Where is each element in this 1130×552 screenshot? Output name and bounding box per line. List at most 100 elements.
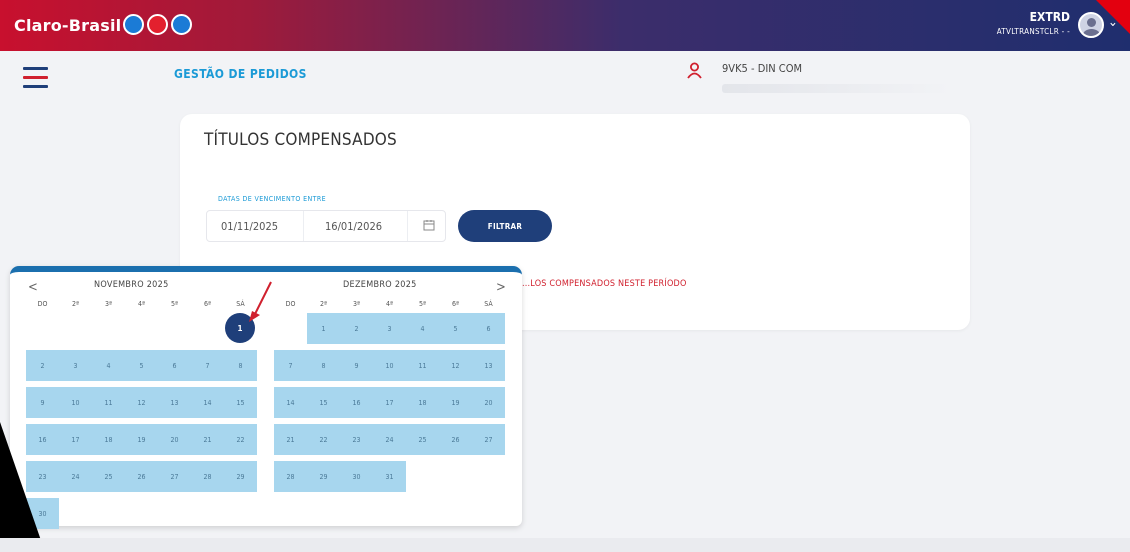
day-cell[interactable]: 7 — [274, 350, 307, 381]
day-cell[interactable]: 20 — [472, 387, 505, 418]
day-cell[interactable]: 21 — [191, 424, 224, 455]
day-cell[interactable]: 10 — [59, 387, 92, 418]
day-cell[interactable]: 18 — [406, 387, 439, 418]
day-cell[interactable]: 8 — [224, 350, 257, 381]
day-cell[interactable]: 23 — [340, 424, 373, 455]
day-cell[interactable]: 11 — [92, 387, 125, 418]
weekday-label: SÁ — [484, 300, 493, 308]
prev-month-button[interactable]: < — [28, 280, 38, 295]
start-date-field[interactable]: 01/11/2025 — [221, 220, 278, 233]
day-cell[interactable]: 25 — [92, 461, 125, 492]
calendar-icon[interactable] — [423, 219, 435, 234]
day-cell[interactable]: 19 — [125, 424, 158, 455]
day-cell[interactable]: 14 — [191, 387, 224, 418]
store-detail-blurred — [722, 84, 952, 93]
day-cell[interactable]: 30 — [340, 461, 373, 492]
app-icon-1[interactable] — [123, 14, 144, 35]
brand-logo[interactable]: Claro-Brasil — [14, 16, 121, 35]
day-cell[interactable]: 13 — [158, 387, 191, 418]
weekday-label: 2ª — [320, 300, 327, 308]
weekday-label: 6ª — [452, 300, 459, 308]
day-cell[interactable]: 2 — [340, 313, 373, 344]
day-cell[interactable]: 3 — [373, 313, 406, 344]
app-icon-2[interactable] — [147, 14, 168, 35]
day-cell[interactable]: 7 — [191, 350, 224, 381]
day-cell[interactable]: 24 — [59, 461, 92, 492]
user-subtitle: ATVLTRANSTCLR - - — [996, 27, 1070, 36]
day-cell[interactable]: 24 — [373, 424, 406, 455]
no-results-message: ...LOS COMPENSADOS NESTE PERÍODO — [522, 279, 687, 289]
day-cell[interactable]: 17 — [373, 387, 406, 418]
day-cell[interactable]: 5 — [439, 313, 472, 344]
hamburger-menu-icon[interactable] — [23, 67, 48, 88]
day-cell[interactable]: 14 — [274, 387, 307, 418]
user-code: EXTRD — [1029, 10, 1070, 24]
weekday-label: 6ª — [204, 300, 211, 308]
day-cell[interactable]: 20 — [158, 424, 191, 455]
month-label-left: NOVEMBRO 2025 — [94, 280, 169, 290]
day-cell[interactable]: 8 — [307, 350, 340, 381]
day-cell[interactable]: 22 — [307, 424, 340, 455]
day-cell[interactable]: 21 — [274, 424, 307, 455]
card-title: TÍTULOS COMPENSADOS — [204, 130, 397, 150]
day-cell[interactable]: 17 — [59, 424, 92, 455]
day-cell[interactable]: 6 — [472, 313, 505, 344]
corner-decoration — [0, 422, 45, 552]
user-icon — [686, 62, 703, 84]
day-cell[interactable]: 9 — [26, 387, 59, 418]
weekday-label: 5ª — [171, 300, 178, 308]
day-cell[interactable]: 11 — [406, 350, 439, 381]
day-cell[interactable]: 26 — [125, 461, 158, 492]
day-cell[interactable]: 28 — [274, 461, 307, 492]
corner-decoration — [1096, 0, 1130, 34]
filter-button[interactable]: FILTRAR — [458, 210, 552, 242]
day-cell[interactable]: 28 — [191, 461, 224, 492]
page-title: GESTÃO DE PEDIDOS — [174, 67, 307, 81]
day-cell[interactable]: 27 — [472, 424, 505, 455]
day-cell[interactable]: 3 — [59, 350, 92, 381]
day-cell[interactable]: 16 — [340, 387, 373, 418]
day-cell[interactable]: 12 — [125, 387, 158, 418]
day-cell[interactable]: 31 — [373, 461, 406, 492]
day-cell[interactable]: 15 — [307, 387, 340, 418]
day-cell[interactable]: 5 — [125, 350, 158, 381]
day-cell[interactable]: 19 — [439, 387, 472, 418]
bottom-strip — [0, 538, 1130, 552]
day-cell[interactable]: 27 — [158, 461, 191, 492]
date-range-input[interactable]: 01/11/2025 16/01/2026 — [206, 210, 446, 242]
day-cell[interactable]: 6 — [158, 350, 191, 381]
day-cell[interactable]: 10 — [373, 350, 406, 381]
day-cell[interactable]: 12 — [439, 350, 472, 381]
day-cell[interactable]: 26 — [439, 424, 472, 455]
day-cell[interactable]: 29 — [224, 461, 257, 492]
day-cell[interactable]: 9 — [340, 350, 373, 381]
app-icon-3[interactable] — [171, 14, 192, 35]
top-bar: Claro-Brasil EXTRD ATVLTRANSTCLR - - ⌄ — [0, 0, 1130, 51]
day-cell[interactable]: 22 — [224, 424, 257, 455]
date-range-label: DATAS DE VENCIMENTO ENTRE — [218, 195, 326, 203]
weekday-label: 4ª — [138, 300, 145, 308]
day-cell[interactable]: 2 — [26, 350, 59, 381]
weekday-label: 3ª — [105, 300, 112, 308]
weekday-label: 3ª — [353, 300, 360, 308]
weekday-label: DO — [37, 300, 48, 308]
day-cell[interactable]: 13 — [472, 350, 505, 381]
end-date-field[interactable]: 16/01/2026 — [325, 220, 382, 233]
day-cell[interactable]: 4 — [406, 313, 439, 344]
weekday-label: 4ª — [386, 300, 393, 308]
day-cell[interactable]: 15 — [224, 387, 257, 418]
month-label-right: DEZEMBRO 2025 — [343, 280, 417, 290]
divider — [407, 211, 408, 241]
weekday-label: 2ª — [72, 300, 79, 308]
annotation-arrow-icon — [249, 281, 272, 322]
store-name[interactable]: 9VK5 - DIN COM — [722, 62, 802, 75]
day-cell[interactable]: 4 — [92, 350, 125, 381]
divider — [303, 211, 304, 241]
day-cell[interactable]: 18 — [92, 424, 125, 455]
day-cell[interactable]: 25 — [406, 424, 439, 455]
next-month-button[interactable]: > — [496, 280, 506, 295]
day-cell[interactable]: 29 — [307, 461, 340, 492]
day-cell[interactable]: 1 — [307, 313, 340, 344]
weekday-label: 5ª — [419, 300, 426, 308]
weekday-label: DO — [285, 300, 296, 308]
